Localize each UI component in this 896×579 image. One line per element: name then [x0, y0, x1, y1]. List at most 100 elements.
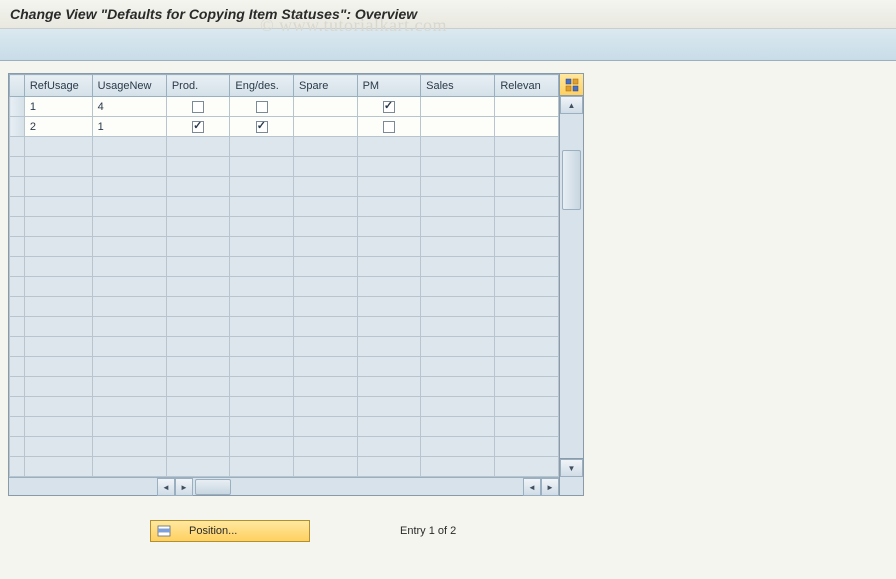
horizontal-scrollbar: ◄ ► ◄ ►: [9, 477, 559, 495]
empty-cell: [230, 297, 294, 317]
empty-cell: [230, 357, 294, 377]
table-row-empty: [10, 217, 559, 237]
empty-cell: [24, 157, 92, 177]
cell-pm[interactable]: [357, 97, 421, 117]
empty-cell: [10, 277, 25, 297]
col-header-prod[interactable]: Prod.: [166, 75, 230, 97]
row-selector[interactable]: [10, 97, 25, 117]
empty-cell: [495, 377, 559, 397]
col-header-spare[interactable]: Spare: [294, 75, 358, 97]
empty-cell: [24, 257, 92, 277]
entry-status: Entry 1 of 2: [400, 525, 456, 537]
empty-cell: [24, 197, 92, 217]
table-settings-button[interactable]: [560, 74, 583, 96]
table-row-empty: [10, 397, 559, 417]
empty-cell: [10, 237, 25, 257]
cell-refusage[interactable]: 2: [24, 117, 92, 137]
col-header-usagenew[interactable]: UsageNew: [92, 75, 166, 97]
empty-cell: [421, 137, 495, 157]
table-row-empty: [10, 377, 559, 397]
position-button-label: Position...: [189, 525, 237, 537]
cell-prod[interactable]: [166, 117, 230, 137]
vertical-scrollbar[interactable]: [560, 114, 583, 459]
cell-pm[interactable]: [357, 117, 421, 137]
hscroll-thumb[interactable]: [195, 479, 231, 495]
empty-cell: [357, 357, 421, 377]
empty-cell: [294, 257, 358, 277]
cell-relevan[interactable]: [495, 97, 559, 117]
main-content: RefUsage UsageNew Prod. Eng/des. Spare P…: [0, 61, 896, 504]
empty-cell: [294, 397, 358, 417]
cell-sales[interactable]: [421, 97, 495, 117]
cell-spare[interactable]: [294, 117, 358, 137]
empty-cell: [357, 457, 421, 477]
empty-cell: [294, 277, 358, 297]
table-header-row: RefUsage UsageNew Prod. Eng/des. Spare P…: [10, 75, 559, 97]
empty-cell: [421, 437, 495, 457]
cell-usagenew[interactable]: 4: [92, 97, 166, 117]
empty-cell: [166, 397, 230, 417]
empty-cell: [230, 397, 294, 417]
table-row-empty: [10, 357, 559, 377]
row-selector[interactable]: [10, 117, 25, 137]
col-header-relevan[interactable]: Relevan: [495, 75, 559, 97]
empty-cell: [24, 217, 92, 237]
cell-spare[interactable]: [294, 97, 358, 117]
empty-cell: [294, 377, 358, 397]
checkbox-pm[interactable]: [383, 101, 395, 113]
cell-engdes[interactable]: [230, 117, 294, 137]
empty-cell: [294, 157, 358, 177]
checkbox-pm[interactable]: [383, 121, 395, 133]
empty-cell: [92, 297, 166, 317]
cell-sales[interactable]: [421, 117, 495, 137]
empty-cell: [495, 437, 559, 457]
position-button[interactable]: Position...: [150, 520, 310, 542]
checkbox-prod[interactable]: [192, 121, 204, 133]
empty-cell: [357, 277, 421, 297]
cell-refusage[interactable]: 1: [24, 97, 92, 117]
hscroll-left-icon[interactable]: ◄: [157, 478, 175, 496]
empty-cell: [230, 137, 294, 157]
empty-cell: [10, 377, 25, 397]
empty-cell: [166, 217, 230, 237]
hscroll-right2-icon[interactable]: ►: [541, 478, 559, 496]
empty-cell: [294, 357, 358, 377]
empty-cell: [294, 317, 358, 337]
vscroll-down-icon[interactable]: ▼: [560, 459, 583, 477]
hscroll-left2-icon[interactable]: ◄: [523, 478, 541, 496]
checkbox-engdes[interactable]: [256, 101, 268, 113]
cell-usagenew[interactable]: 1: [92, 117, 166, 137]
empty-cell: [24, 137, 92, 157]
col-header-engdes[interactable]: Eng/des.: [230, 75, 294, 97]
empty-cell: [357, 397, 421, 417]
empty-cell: [357, 237, 421, 257]
empty-cell: [357, 417, 421, 437]
cell-relevan[interactable]: [495, 117, 559, 137]
empty-cell: [495, 357, 559, 377]
cell-engdes[interactable]: [230, 97, 294, 117]
vscroll-up-icon[interactable]: ▲: [560, 96, 583, 114]
col-header-pm[interactable]: PM: [357, 75, 421, 97]
col-header-sales[interactable]: Sales: [421, 75, 495, 97]
empty-cell: [92, 257, 166, 277]
col-header-refusage[interactable]: RefUsage: [24, 75, 92, 97]
empty-cell: [294, 237, 358, 257]
empty-cell: [230, 237, 294, 257]
empty-cell: [294, 297, 358, 317]
checkbox-prod[interactable]: [192, 101, 204, 113]
hscroll-right-icon[interactable]: ►: [175, 478, 193, 496]
empty-cell: [495, 457, 559, 477]
empty-cell: [421, 357, 495, 377]
table-row: 14: [10, 97, 559, 117]
empty-cell: [10, 257, 25, 277]
empty-cell: [166, 277, 230, 297]
empty-cell: [92, 357, 166, 377]
checkbox-engdes[interactable]: [256, 121, 268, 133]
empty-cell: [495, 257, 559, 277]
table-row-empty: [10, 157, 559, 177]
table-row-empty: [10, 437, 559, 457]
row-selector-header[interactable]: [10, 75, 25, 97]
empty-cell: [92, 377, 166, 397]
cell-prod[interactable]: [166, 97, 230, 117]
vscroll-thumb[interactable]: [562, 150, 581, 210]
